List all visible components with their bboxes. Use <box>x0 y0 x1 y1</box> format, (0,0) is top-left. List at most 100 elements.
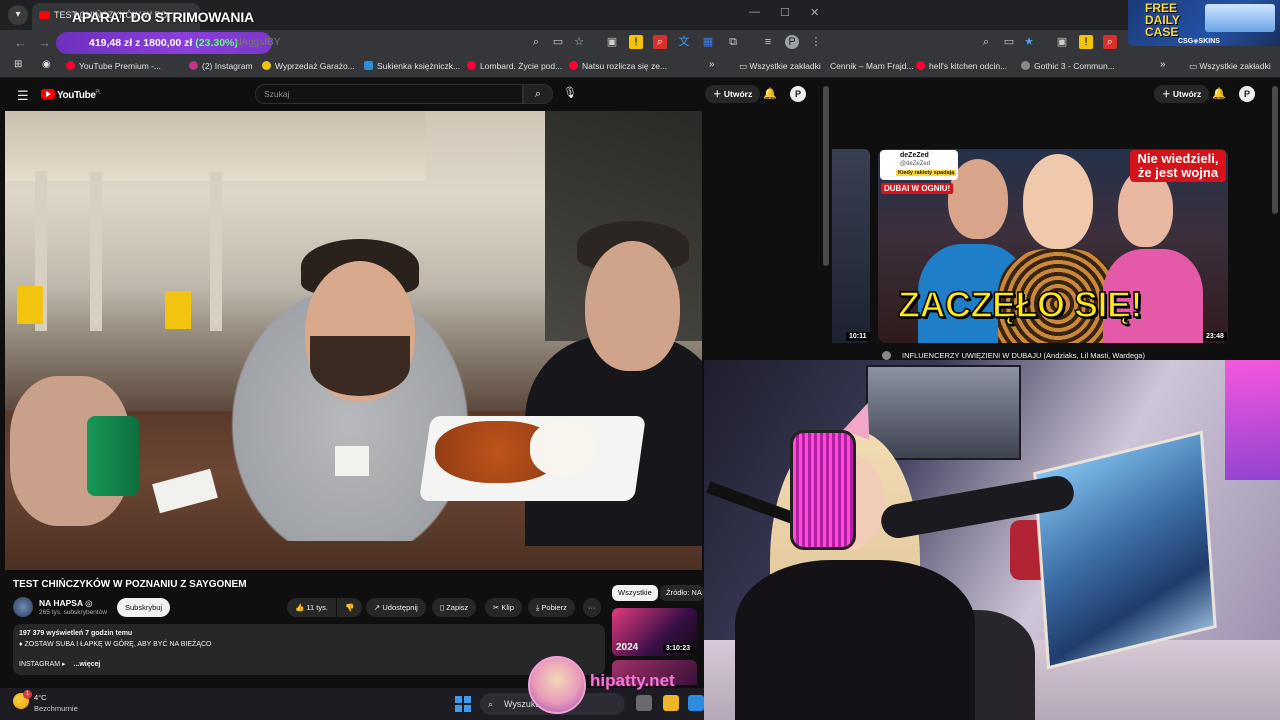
save-button[interactable]: ▯ Zapisz <box>432 598 477 617</box>
apps-grid-icon[interactable]: ⊞ <box>14 59 22 70</box>
recommended-thumbnail[interactable]: 2024 3:10:23 <box>612 608 697 656</box>
extension-search-icon[interactable]: ⌕ <box>653 35 667 49</box>
all-bookmarks-folder[interactable]: ▭ Wszystkie zakładki <box>1189 61 1271 72</box>
url-text[interactable]: dAggsfBY <box>236 37 280 48</box>
right-page-scrollbar[interactable] <box>1272 86 1278 214</box>
painting-canvas <box>1033 430 1217 670</box>
bookmark-wyprzedaz[interactable]: Wyprzedaż Garażo... <box>262 61 355 71</box>
forward-icon[interactable]: → <box>38 35 51 50</box>
extension-keep-icon[interactable]: ! <box>629 35 643 49</box>
maximize-icon[interactable]: ☐ <box>780 6 790 19</box>
neon-light <box>1225 360 1280 480</box>
bookmark-cennik[interactable]: Cennik – Mam Frajd... <box>830 61 914 71</box>
rice <box>530 421 595 476</box>
weather-temperature[interactable]: 4°C <box>34 693 47 702</box>
left-page-scrollbar[interactable] <box>823 86 829 266</box>
bookmark-lombard[interactable]: Lombard. Życie pod... <box>467 61 562 71</box>
hamburger-menu-icon[interactable]: ☰ <box>17 88 29 104</box>
account-avatar[interactable]: P <box>790 86 806 102</box>
profile-avatar-icon[interactable]: P <box>785 35 799 49</box>
dislike-button[interactable]: 👎 <box>337 598 363 617</box>
bookmark-star-icon[interactable]: ☆ <box>572 35 586 49</box>
video-player[interactable] <box>5 111 702 570</box>
all-bookmarks-folder[interactable]: ▭ Wszystkie zakładki <box>739 61 821 72</box>
extensions-puzzle-icon[interactable]: ⧉ <box>726 35 740 49</box>
pillar <box>90 171 102 331</box>
bookmark-hells-kitchen[interactable]: hell's kitchen odcin... <box>916 61 1007 71</box>
side-video-thumbnail[interactable] <box>832 149 870 343</box>
chip-source[interactable]: Źródło: NA H <box>660 585 704 601</box>
subscribe-button[interactable]: Subskrybuj <box>117 598 171 617</box>
weather-condition[interactable]: Bezchmurnie <box>34 704 78 713</box>
minimize-icon[interactable]: — <box>749 6 760 18</box>
task-view-icon[interactable] <box>636 695 652 711</box>
like-button[interactable]: 👍 11 tys. <box>287 598 336 617</box>
bookmark-natsu[interactable]: Natsu rozlicza się ze... <box>569 61 667 71</box>
channel-avatar[interactable] <box>882 351 891 360</box>
voice-search-icon[interactable]: 🎙 <box>563 86 577 99</box>
start-windows-icon[interactable] <box>455 696 471 712</box>
video-duration: 23:48 <box>1203 332 1227 341</box>
account-avatar[interactable]: P <box>1239 86 1255 102</box>
recommended-video-title[interactable]: INFLUENCERZY UWIĘZIENI W DUBAJU (Andziak… <box>902 351 1145 360</box>
search-input[interactable]: Szukaj <box>255 84 523 104</box>
right-bookmarks-bar: Cennik – Mam Frajd... hell's kitchen odc… <box>830 56 1280 78</box>
create-button[interactable]: ＋ Utwórz <box>705 85 761 103</box>
bookmark-instagram[interactable]: (2) Instagram <box>189 61 253 71</box>
stream-watermark: hipatty.net <box>590 671 675 690</box>
edge-icon[interactable] <box>688 695 704 711</box>
man-right-face <box>585 241 680 371</box>
thumbs-down-icon: 👎 <box>345 603 355 612</box>
case-box-graphic <box>1205 4 1275 32</box>
description-line: ♦ ZOSTAW SUBA I ŁAPKĘ W GÓRĘ, ABY BYĆ NA… <box>19 641 212 648</box>
zoom-icon[interactable]: ⌕ <box>979 35 993 49</box>
youtube-icon <box>569 61 578 70</box>
browser-menu-icon[interactable]: ⋮ <box>809 35 823 49</box>
bookmark-gothic3[interactable]: Gothic 3 - Commun... <box>1021 61 1115 71</box>
extension-translate-icon[interactable]: 文 <box>677 35 691 49</box>
site-icon <box>1021 61 1030 70</box>
close-icon[interactable]: ✕ <box>810 6 819 19</box>
v-site-icon <box>364 61 373 70</box>
search-button[interactable]: ⌕ <box>523 84 553 104</box>
cast-icon[interactable]: ▭ <box>1002 35 1016 49</box>
share-button[interactable]: ↗ Udostępnij <box>366 598 426 617</box>
extension-keep-icon[interactable]: ! <box>1079 35 1093 49</box>
bookmark-star-filled-icon[interactable]: ★ <box>1022 35 1036 49</box>
tweet-author: deZeZed <box>900 152 929 159</box>
video-duration: 3:10:23 <box>662 644 693 653</box>
bookmarks-overflow-icon[interactable]: » <box>1160 59 1166 70</box>
channel-subscribers: 265 tys. subskrybentów <box>39 609 107 616</box>
channel-name[interactable]: NA HAPSA ◎ <box>39 598 93 609</box>
notifications-bell-icon[interactable]: 🔔 <box>1212 87 1226 100</box>
donation-current: 419,48 zł <box>89 37 133 49</box>
extension-search-icon[interactable]: ⌕ <box>1103 35 1117 49</box>
show-more-link[interactable]: ...więcej <box>74 661 101 668</box>
bookmark-github-icon[interactable]: ◉ <box>42 59 51 70</box>
streamer-logo-avatar <box>528 656 586 714</box>
chip-all[interactable]: Wszystkie <box>612 585 658 601</box>
extension-calendar-icon[interactable]: ▦ <box>701 35 715 49</box>
bookmark-sukienka[interactable]: Sukienka księżniczk... <box>364 61 460 71</box>
extension-ublock-icon[interactable]: ▣ <box>1055 35 1069 49</box>
clip-button[interactable]: ✂ Klip <box>485 598 522 617</box>
dubai-tag: DUBAI W OGNIU! <box>881 183 954 194</box>
plus-icon: ＋ <box>713 89 724 99</box>
more-actions-button[interactable]: ··· <box>583 598 601 617</box>
bookmark-youtube-premium[interactable]: YouTube Premium -... <box>66 61 161 71</box>
reading-list-icon[interactable]: ≡ <box>761 35 775 49</box>
tab-search-dropdown-icon[interactable]: ▾ <box>8 5 28 25</box>
search-icon: ⌕ <box>488 699 494 709</box>
zoom-icon[interactable]: ⌕ <box>529 35 543 49</box>
youtube-logo[interactable]: YouTubePL <box>41 89 101 101</box>
cast-icon[interactable]: ▭ <box>551 35 565 49</box>
notifications-bell-icon[interactable]: 🔔 <box>763 87 777 100</box>
download-button[interactable]: ⤓ Pobierz <box>528 598 575 617</box>
channel-avatar[interactable] <box>13 597 33 617</box>
bookmarks-overflow-icon[interactable]: » <box>709 59 715 70</box>
youtube-icon <box>467 61 476 70</box>
extension-ublock-icon[interactable]: ▣ <box>605 35 619 49</box>
create-button[interactable]: ＋ Utwórz <box>1154 85 1210 103</box>
file-explorer-icon[interactable] <box>663 695 679 711</box>
back-icon[interactable]: ← <box>14 35 27 50</box>
